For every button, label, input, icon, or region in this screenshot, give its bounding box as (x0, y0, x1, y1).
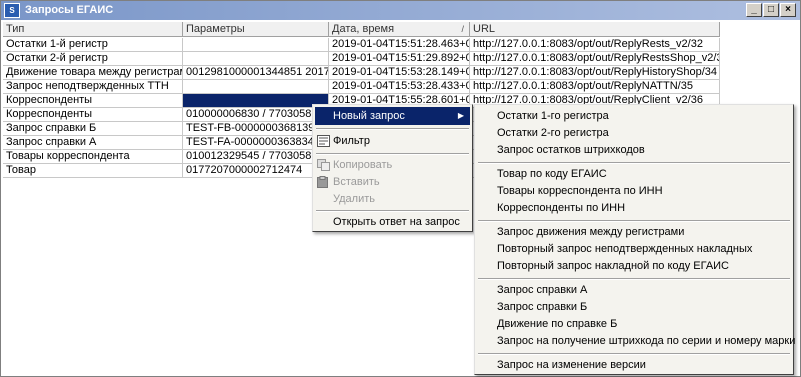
cell-datetime[interactable]: 2019-01-04T15:51:29.892+0300 (329, 52, 470, 66)
menu-separator (478, 353, 790, 355)
cell-params[interactable] (183, 94, 329, 108)
app-icon: S (4, 3, 20, 18)
column-header-url[interactable]: URL (470, 22, 720, 37)
context-menu: Новый запрос ▶ Фильтр Копировать Вставит… (312, 104, 473, 232)
submenu-item-rests-1[interactable]: Остатки 1-го регистра (477, 107, 791, 125)
submenu-arrow-icon: ▶ (457, 111, 464, 120)
cell-url[interactable]: http://127.0.0.1:8083/opt/out/ReplyNATTN… (470, 80, 720, 94)
cell-type[interactable]: Запрос неподтвержденных ТТН (3, 80, 183, 94)
submenu-item-barcode-rests[interactable]: Запрос остатков штрихкодов (477, 141, 791, 159)
sort-indicator-icon: / (461, 24, 464, 34)
cell-params[interactable]: TEST-FA-000000036383497 (183, 136, 329, 150)
cell-type[interactable]: Товары корреспондента (3, 150, 183, 164)
cell-type[interactable]: Корреспонденты (3, 108, 183, 122)
submenu-item-form-a[interactable]: Запрос справки А (477, 281, 791, 299)
cell-params[interactable]: 0012981000001344851 2017-06 (183, 66, 329, 80)
table-row[interactable]: Остатки 2-й регистр 2019-01-04T15:51:29.8… (3, 52, 720, 66)
column-header-datetime[interactable]: Дата, время / (329, 22, 470, 37)
menu-item-filter[interactable]: Фильтр (315, 132, 470, 150)
cell-params[interactable]: TEST-FB-000000036813941 (183, 122, 329, 136)
menu-separator (478, 278, 790, 280)
cell-params[interactable] (183, 80, 329, 94)
menu-item-new-request[interactable]: Новый запрос ▶ (315, 107, 470, 125)
cell-url[interactable]: http://127.0.0.1:8083/opt/out/ReplyHisto… (470, 66, 720, 80)
menu-separator (316, 210, 469, 212)
table-row[interactable]: Остатки 1-й регистр 2019-01-04T15:51:28.4… (3, 38, 720, 52)
cell-params[interactable]: 010012329545 / 7703058663 (183, 150, 329, 164)
menu-item-paste[interactable]: Вставить (315, 173, 470, 191)
submenu-item-version-change[interactable]: Запрос на изменение версии (477, 356, 791, 374)
cell-url[interactable]: http://127.0.0.1:8083/opt/out/ReplyRests… (470, 52, 720, 66)
new-request-submenu: Остатки 1-го регистра Остатки 2-го регис… (474, 104, 795, 375)
minimize-button[interactable]: _ (746, 3, 762, 17)
menu-item-open-response[interactable]: Открыть ответ на запрос (315, 213, 470, 231)
menu-separator (478, 220, 790, 222)
table-row[interactable]: Движение товара между регистрами 00129810… (3, 66, 720, 80)
copy-icon (317, 159, 330, 171)
cell-type[interactable]: Корреспонденты (3, 94, 183, 108)
column-header-params[interactable]: Параметры (183, 22, 329, 37)
submenu-item-form-b[interactable]: Запрос справки Б (477, 298, 791, 316)
submenu-item-form-b-movement[interactable]: Движение по справке Б (477, 315, 791, 333)
submenu-item-rests-2[interactable]: Остатки 2-го регистра (477, 124, 791, 142)
cell-type[interactable]: Остатки 2-й регистр (3, 52, 183, 66)
menu-separator (316, 153, 469, 155)
submenu-item-repeat-unconfirmed[interactable]: Повторный запрос неподтвержденных наклад… (477, 240, 791, 258)
submenu-item-barcode-by-mark[interactable]: Запрос на получение штрихкода по серии и… (477, 332, 795, 350)
maximize-button[interactable]: □ (763, 3, 779, 17)
title-bar[interactable]: S Запросы ЕГАИС _ □ × (1, 1, 800, 20)
table-row[interactable]: Запрос неподтвержденных ТТН 2019-01-04T15… (3, 80, 720, 94)
menu-separator (316, 128, 469, 130)
cell-type[interactable]: Движение товара между регистрами (3, 66, 183, 80)
filter-icon (317, 135, 330, 147)
cell-type[interactable]: Запрос справки А (3, 136, 183, 150)
cell-type[interactable]: Товар (3, 164, 183, 178)
submenu-item-repeat-waybill[interactable]: Повторный запрос накладной по коду ЕГАИС (477, 257, 791, 275)
close-button[interactable]: × (780, 3, 796, 17)
cell-url[interactable]: http://127.0.0.1:8083/opt/out/ReplyRests… (470, 38, 720, 52)
cell-params[interactable]: 010000006830 / 7703058663 (183, 108, 329, 122)
submenu-item-register-movement[interactable]: Запрос движения между регистрами (477, 223, 791, 241)
paste-icon (317, 176, 328, 188)
submenu-item-clients-by-inn[interactable]: Корреспонденты по ИНН (477, 199, 791, 217)
menu-item-copy[interactable]: Копировать (315, 156, 470, 174)
submenu-item-product-by-code[interactable]: Товар по коду ЕГАИС (477, 165, 791, 183)
menu-separator (478, 162, 790, 164)
cell-datetime[interactable]: 2019-01-04T15:53:28.433+0300 (329, 80, 470, 94)
cell-params[interactable]: 0177207000002712474 (183, 164, 329, 178)
cell-type[interactable]: Остатки 1-й регистр (3, 38, 183, 52)
cell-datetime[interactable]: 2019-01-04T15:51:28.463+0300 (329, 38, 470, 52)
cell-datetime[interactable]: 2019-01-04T15:53:28.149+0300 (329, 66, 470, 80)
cell-type[interactable]: Запрос справки Б (3, 122, 183, 136)
cell-params[interactable] (183, 52, 329, 66)
submenu-item-products-by-inn[interactable]: Товары корреспондента по ИНН (477, 182, 791, 200)
column-header-type[interactable]: Тип (3, 22, 183, 37)
cell-params[interactable] (183, 38, 329, 52)
window-title: Запросы ЕГАИС (25, 4, 114, 16)
menu-item-delete[interactable]: Удалить (315, 190, 470, 208)
